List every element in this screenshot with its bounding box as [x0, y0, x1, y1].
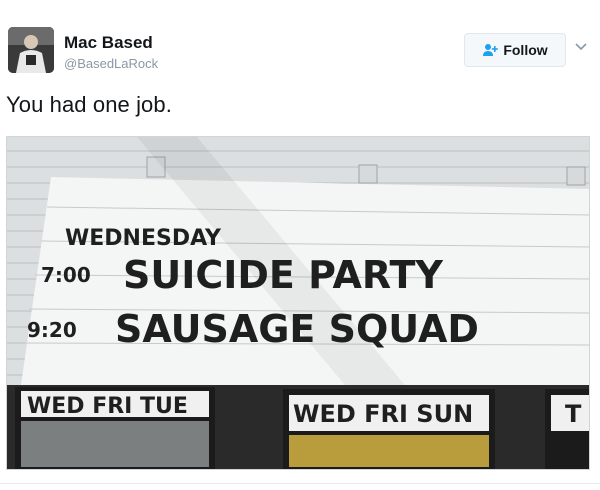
follow-button[interactable]: Follow	[464, 33, 566, 67]
sign-time-2: 9:20	[27, 318, 77, 342]
tweet-photo[interactable]: WEDNESDAY 7:00 SUICIDE PARTY 9:20 SAUSAG…	[6, 136, 590, 470]
add-user-icon	[482, 43, 499, 57]
sign-title-1: SUICIDE PARTY	[123, 253, 443, 297]
divider	[0, 483, 600, 484]
panel-right-text: T	[565, 400, 582, 428]
sign-title-2: SAUSAGE SQUAD	[115, 307, 479, 351]
panel-left-text: WED FRI TUE	[27, 394, 188, 419]
sign-time-1: 7:00	[41, 263, 91, 287]
panel-center-text: WED FRI SUN	[293, 400, 473, 428]
sign-line-wednesday: WEDNESDAY	[65, 226, 222, 251]
marquee-sign-image: WEDNESDAY 7:00 SUICIDE PARTY 9:20 SAUSAG…	[7, 137, 589, 469]
tweet-text: You had one job.	[6, 92, 172, 117]
follow-button-label: Follow	[503, 42, 548, 58]
user-display-name[interactable]: Mac Based	[64, 33, 153, 53]
avatar[interactable]	[8, 27, 54, 73]
user-handle[interactable]: @BasedLaRock	[64, 56, 158, 71]
chevron-down-icon[interactable]	[574, 42, 588, 52]
tweet-card: Mac Based @BasedLaRock Follow You had on…	[0, 0, 600, 490]
